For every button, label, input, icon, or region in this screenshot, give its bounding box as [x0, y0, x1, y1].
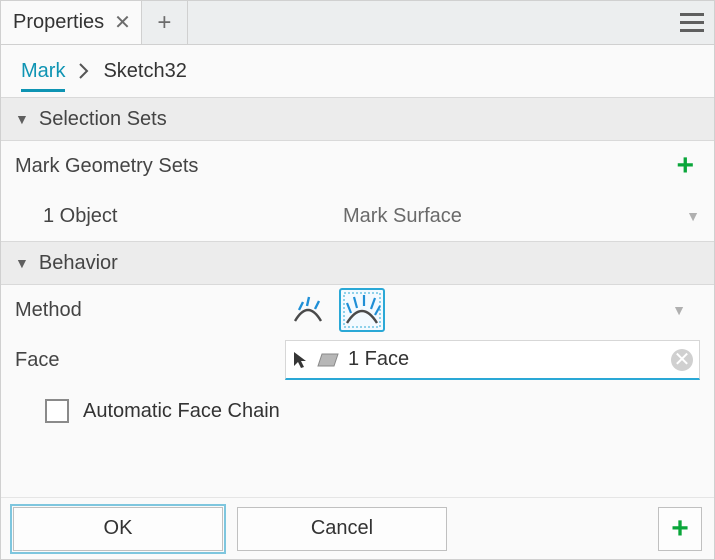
face-row: Face 1 Face ✕ [1, 335, 714, 385]
mark-geometry-sets-row: Mark Geometry Sets + [1, 141, 714, 191]
face-input[interactable]: 1 Face ✕ [285, 340, 700, 380]
cursor-icon [292, 350, 308, 370]
plus-icon: + [671, 514, 689, 544]
tab-label: Properties [13, 11, 104, 34]
collapse-icon: ▼ [15, 111, 29, 127]
breadcrumb-mark[interactable]: Mark [21, 60, 65, 92]
breadcrumb: Mark Sketch32 [1, 45, 714, 97]
tab-bar: Properties ✕ + [1, 1, 714, 45]
ok-button[interactable]: OK [13, 507, 223, 551]
mark-geometry-sets-label: Mark Geometry Sets [15, 155, 285, 178]
chevron-right-icon [79, 63, 89, 79]
button-bar: OK Cancel + [1, 497, 714, 559]
method-option-face[interactable] [339, 288, 385, 332]
clear-icon[interactable]: ✕ [671, 349, 693, 371]
properties-panel: Properties ✕ + Mark Sketch32 ▼ Selection… [0, 0, 715, 560]
object-type: Mark Surface [343, 205, 700, 228]
menu-icon[interactable] [670, 1, 714, 44]
face-label: Face [15, 349, 285, 372]
add-tab-button[interactable]: + [142, 1, 188, 44]
close-icon[interactable]: ✕ [114, 13, 131, 33]
method-option-curve[interactable] [285, 288, 331, 332]
breadcrumb-sketch[interactable]: Sketch32 [103, 60, 186, 83]
auto-face-chain-label: Automatic Face Chain [83, 400, 280, 423]
section-header-behavior[interactable]: ▼ Behavior [1, 241, 714, 285]
object-count: 1 Object [43, 205, 343, 228]
section-title: Selection Sets [39, 108, 167, 131]
face-icon [316, 352, 340, 368]
dropdown-icon[interactable]: ▼ [672, 302, 686, 318]
tab-properties[interactable]: Properties ✕ [1, 1, 142, 44]
face-value: 1 Face [348, 348, 663, 371]
add-geometry-set-button[interactable]: + [676, 151, 694, 181]
collapse-icon: ▼ [15, 255, 29, 271]
ok-label: OK [104, 517, 133, 540]
section-title: Behavior [39, 252, 118, 275]
section-header-selection-sets[interactable]: ▼ Selection Sets [1, 97, 714, 141]
add-button[interactable]: + [658, 507, 702, 551]
cancel-button[interactable]: Cancel [237, 507, 447, 551]
cancel-label: Cancel [311, 517, 373, 540]
dropdown-icon[interactable]: ▼ [686, 208, 700, 224]
auto-face-chain-checkbox[interactable] [45, 399, 69, 423]
geometry-set-item[interactable]: 1 Object Mark Surface ▼ [1, 191, 714, 241]
auto-face-chain-row: Automatic Face Chain [1, 385, 714, 437]
method-row: Method [1, 285, 714, 335]
method-label: Method [15, 299, 285, 322]
